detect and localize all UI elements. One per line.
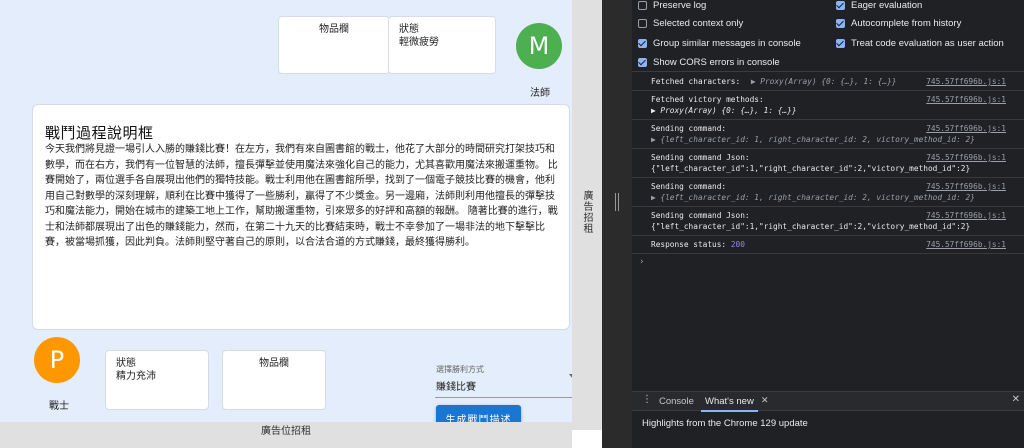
log-object[interactable]: ▶ Proxy(Array) {0: {…}, 1: {…}} [651, 105, 1024, 116]
log-entry: Response status: 200 745.57ff696b.js:1 [632, 236, 1024, 254]
mage-avatar: M [516, 23, 562, 69]
battle-stage: 物品欄 狀態 輕微疲勞 M 法師 戰鬥過程說明框 今天我們將見證一場引人入勝的賺… [0, 0, 581, 432]
warrior-inventory-card: 物品欄 [222, 350, 326, 410]
battle-description-text: 今天我們將見證一場引人入勝的賺錢比賽！在左方，我們有來自圖書館的戰士，他花了大部… [45, 144, 558, 248]
checkbox-checked-icon[interactable] [836, 1, 845, 10]
log-status-code: 200 [730, 240, 745, 249]
drawer-tabs: ⋮ Console What's new ✕ ✕ [632, 392, 1024, 412]
mage-name: 法師 [530, 88, 550, 99]
setting-eager-evaluation[interactable]: Eager evaluation [836, 0, 922, 11]
devtools-splitter[interactable] [602, 0, 632, 448]
chevron-right-icon: › [639, 257, 645, 267]
setting-label: Treat code evaluation as user action [851, 38, 1004, 49]
mage-inventory-card: 物品欄 [278, 16, 390, 74]
setting-treat-code-eval[interactable]: Treat code evaluation as user action [836, 38, 1004, 49]
mage-status-label: 狀態 [399, 24, 419, 35]
checkbox-icon[interactable] [638, 1, 647, 10]
checkbox-checked-icon[interactable] [836, 19, 845, 28]
setting-label: Selected context only [653, 18, 744, 29]
mage-status-value: 輕微疲勞 [399, 37, 439, 48]
log-object[interactable]: ▶ {left_character_id: 1, right_character… [651, 134, 1024, 145]
console-settings: Preserve log Eager evaluation Selected c… [632, 0, 1024, 72]
log-message: Response status: [651, 240, 731, 249]
log-source-link[interactable]: 745.57ff696b.js:1 [926, 210, 1006, 221]
checkbox-icon[interactable] [638, 19, 647, 28]
setting-label: Autocomplete from history [851, 18, 962, 29]
setting-selected-context-only[interactable]: Selected context only [638, 18, 743, 29]
log-object[interactable]: ▶ {left_character_id: 1, right_character… [651, 192, 1024, 203]
log-json: {"left_character_id":1,"right_character_… [651, 222, 971, 231]
log-json: {"left_character_id":1,"right_character_… [651, 164, 971, 173]
app-pane: 物品欄 狀態 輕微疲勞 M 法師 戰鬥過程說明框 今天我們將見證一場引人入勝的賺… [0, 0, 602, 448]
close-drawer-icon[interactable]: ✕ [1012, 394, 1020, 405]
whats-new-highlights: Highlights from the Chrome 129 update [642, 418, 808, 429]
log-source-link[interactable]: 745.57ff696b.js:1 [926, 152, 1006, 163]
bottom-ad-banner: 廣告位招租 [0, 422, 572, 448]
console-prompt[interactable]: › [632, 254, 1024, 267]
log-entry: Fetched characters: ▶ Proxy(Array) {0: {… [632, 73, 1024, 91]
close-icon[interactable]: ✕ [761, 395, 769, 406]
log-entry: Sending command Json: {"left_character_i… [632, 207, 1024, 236]
devtools-drawer: ⋮ Console What's new ✕ ✕ Highlights from… [632, 391, 1024, 448]
tab-whats-new[interactable]: What's new [701, 396, 758, 412]
warrior-avatar: P [34, 337, 80, 383]
battle-description-title: 戰鬥過程說明框 [45, 125, 154, 142]
checkbox-checked-icon[interactable] [836, 39, 845, 48]
warrior-name: 戰士 [49, 401, 69, 412]
setting-preserve-log[interactable]: Preserve log [638, 0, 706, 11]
setting-group-similar[interactable]: Group similar messages in console [638, 38, 801, 49]
log-entry: Sending command: ▶ {left_character_id: 1… [632, 178, 1024, 207]
log-source-link[interactable]: 745.57ff696b.js:1 [926, 181, 1006, 192]
setting-label: Eager evaluation [851, 0, 923, 11]
log-message: Fetched characters: [651, 77, 745, 86]
setting-show-cors-errors[interactable]: Show CORS errors in console [638, 57, 780, 68]
battle-description-box: 戰鬥過程說明框 今天我們將見證一場引人入勝的賺錢比賽！在左方，我們有來自圖書館的… [32, 104, 570, 330]
victory-method-select[interactable]: 選擇勝利方式 賺錢比賽 [435, 362, 581, 398]
mage-status-card: 狀態 輕微疲勞 [388, 16, 496, 74]
warrior-inventory-label: 物品欄 [259, 358, 289, 369]
log-source-link[interactable]: 745.57ff696b.js:1 [926, 123, 1006, 134]
drag-handle-icon[interactable] [615, 193, 619, 211]
setting-label: Group similar messages in console [653, 38, 801, 49]
more-menu-icon[interactable]: ⋮ [642, 394, 652, 405]
side-ad-text: 廣告招租 [581, 190, 592, 234]
console-log: Fetched characters: ▶ Proxy(Array) {0: {… [632, 73, 1024, 267]
log-entry: Sending command Json: {"left_character_i… [632, 149, 1024, 178]
log-source-link[interactable]: 745.57ff696b.js:1 [926, 239, 1006, 250]
devtools-panel: Preserve log Eager evaluation Selected c… [632, 0, 1024, 448]
log-source-link[interactable]: 745.57ff696b.js:1 [926, 76, 1006, 87]
mage-inventory-label: 物品欄 [319, 24, 349, 35]
log-object[interactable]: ▶ Proxy(Array) {0: {…}, 1: {…}} [745, 77, 897, 86]
warrior-status-card: 狀態 精力充沛 [105, 350, 209, 410]
checkbox-checked-icon[interactable] [638, 39, 647, 48]
warrior-status-label: 狀態 [116, 358, 136, 369]
log-entry: Sending command: ▶ {left_character_id: 1… [632, 120, 1024, 149]
side-ad-banner: 廣告招租 [572, 0, 602, 430]
setting-label: Preserve log [653, 0, 707, 11]
setting-label: Show CORS errors in console [653, 57, 780, 68]
log-source-link[interactable]: 745.57ff696b.js:1 [926, 94, 1006, 105]
setting-autocomplete-history[interactable]: Autocomplete from history [836, 18, 961, 29]
mage-avatar-letter: M [528, 32, 550, 60]
victory-method-value: 賺錢比賽 [436, 382, 476, 393]
warrior-avatar-letter: P [49, 346, 65, 374]
checkbox-checked-icon[interactable] [638, 58, 647, 67]
tab-console[interactable]: Console [659, 396, 694, 407]
bottom-ad-text: 廣告位招租 [261, 426, 311, 437]
warrior-status-value: 精力充沛 [116, 371, 156, 382]
log-entry: Fetched victory methods: ▶ Proxy(Array) … [632, 91, 1024, 120]
victory-method-label: 選擇勝利方式 [436, 365, 484, 374]
